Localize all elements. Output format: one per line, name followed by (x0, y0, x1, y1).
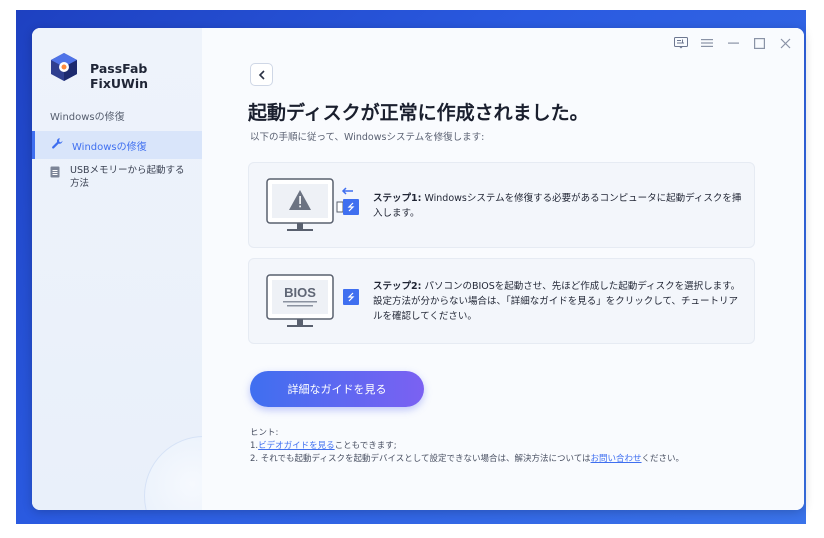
screenshot-border-left (0, 0, 16, 538)
contact-us-link[interactable]: お問い合わせ (591, 454, 642, 464)
page-title: 起動ディスクが正常に作成されました。 (248, 102, 589, 124)
screenshot-border-right (806, 0, 824, 538)
menu-icon[interactable] (700, 36, 714, 50)
app-window: PassFab FixUWin Windowsの修復 Windowsの修復 US… (32, 28, 804, 510)
sidebar-section-label: Windowsの修復 (50, 112, 125, 123)
sidebar-item-windows-repair[interactable]: Windowsの修復 (32, 131, 202, 159)
app-logo-icon (50, 52, 78, 82)
window-controls (674, 36, 792, 50)
sidebar-item-label: USBメモリーから起動する方法 (70, 165, 185, 189)
step-1-description: Windowsシステムを修復する必要があるコンピュータに起動ディスクを挿入します… (373, 193, 742, 219)
sidebar-item-label: Windowsの修復 (72, 141, 147, 153)
document-icon (50, 166, 60, 182)
close-icon[interactable] (778, 36, 792, 50)
page-subtitle: 以下の手順に従って、Windowsシステムを修復します: (250, 132, 485, 143)
chevron-left-icon (258, 65, 266, 84)
hint-line-1-suffix: こともできます; (334, 441, 397, 451)
hints-section: ヒント: 1.ビデオガイドを見ることもできます; 2. それでも起動ディスクを起… (250, 427, 684, 466)
sidebar: PassFab FixUWin Windowsの修復 Windowsの修復 US… (32, 28, 264, 510)
minimize-icon[interactable] (726, 36, 740, 50)
step-1-label: ステップ1: (373, 193, 422, 204)
view-detailed-guide-button[interactable]: 詳細なガイドを見る (250, 371, 424, 407)
main-panel: 起動ディスクが正常に作成されました。 以下の手順に従って、Windowsシステム… (202, 28, 804, 510)
video-guide-link[interactable]: ビデオガイドを見る (258, 441, 335, 451)
step-1-text: ステップ1: Windowsシステムを修復する必要があるコンピュータに起動ディス… (373, 191, 745, 221)
hint-line-2: 2. それでも起動ディスクを起動デバイスとして設定できない場合は、解決方法につい… (250, 453, 684, 466)
app-name: PassFab FixUWin (90, 61, 149, 91)
wrench-icon (51, 137, 64, 153)
hint-line-1: 1.ビデオガイドを見ることもできます; (250, 440, 684, 453)
step-card-2: BIOS ステップ2: パソコンのBIOSを起動させ、先ほど作成した起動ディスク… (248, 258, 755, 344)
step-2-description: パソコンのBIOSを起動させ、先ほど作成した起動ディスクを選択します。設定方法が… (373, 281, 741, 322)
screenshot-border-top (0, 0, 824, 10)
step-2-text: ステップ2: パソコンのBIOSを起動させ、先ほど作成した起動ディスクを選択しま… (373, 279, 745, 324)
sidebar-item-usb-boot-guide[interactable]: USBメモリーから起動する方法 (32, 162, 202, 192)
back-button[interactable] (250, 63, 273, 86)
monitor-bios-usb-illustration: BIOS (263, 269, 363, 335)
bios-label: BIOS (284, 285, 316, 300)
step-2-label: ステップ2: (373, 281, 422, 292)
feedback-icon[interactable] (674, 36, 688, 50)
hints-heading: ヒント: (250, 428, 279, 438)
monitor-warning-usb-illustration (263, 173, 363, 239)
step-card-1: ステップ1: Windowsシステムを修復する必要があるコンピュータに起動ディス… (248, 162, 755, 248)
hint-line-1-prefix: 1. (250, 441, 259, 451)
hint-line-2-suffix: ください。 (641, 454, 685, 464)
maximize-icon[interactable] (752, 36, 766, 50)
hint-line-2-prefix: 2. それでも起動ディスクを起動デバイスとして設定できない場合は、解決方法につい… (250, 454, 591, 464)
screenshot-border-bottom (0, 524, 824, 538)
